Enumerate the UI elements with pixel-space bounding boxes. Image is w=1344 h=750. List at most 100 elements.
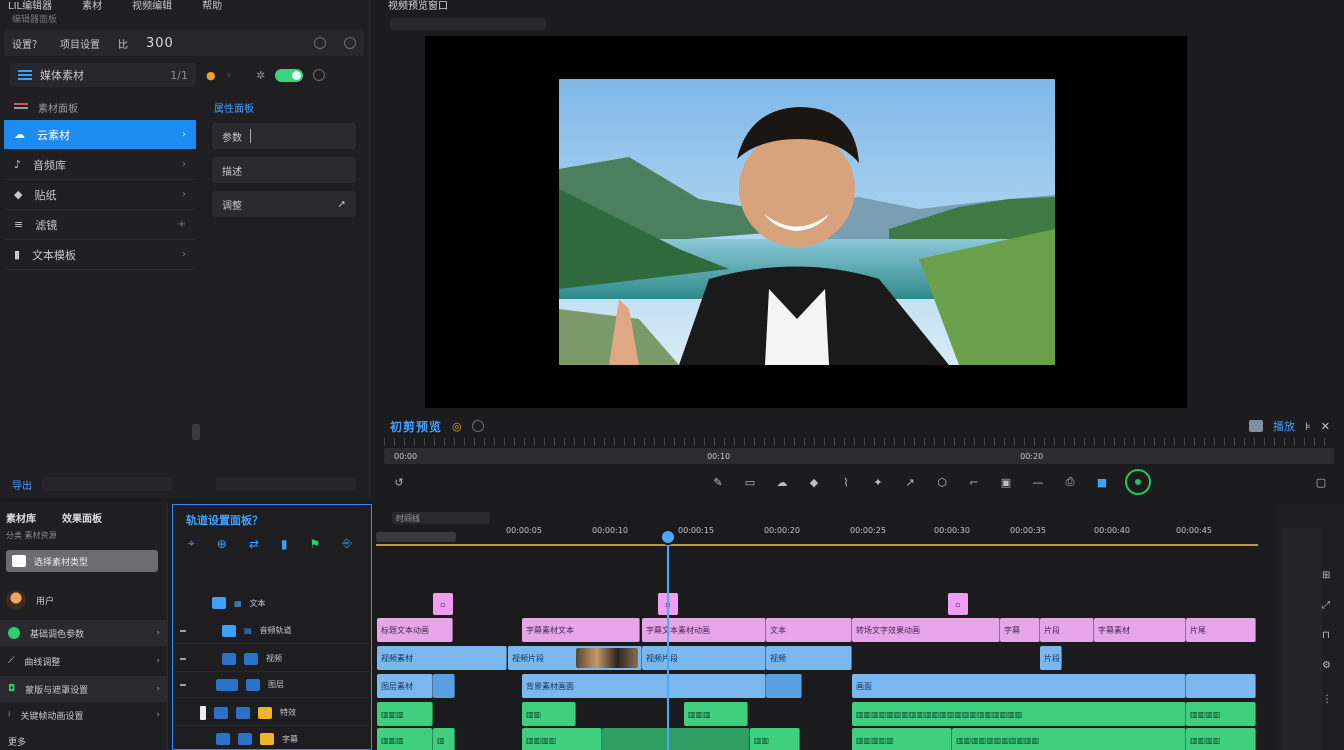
category-item-stickers[interactable]: ◆ 贴纸 ›: [4, 180, 196, 210]
text-clip[interactable]: 字幕: [1000, 618, 1040, 642]
user-row[interactable]: 用户: [6, 590, 54, 610]
text-clip[interactable]: 字幕文本素材动画: [642, 618, 766, 642]
text-marker[interactable]: ▫: [948, 593, 968, 615]
record-icon[interactable]: [1125, 469, 1151, 495]
text-clip[interactable]: 转场文字效果动画: [852, 618, 1000, 642]
track-row-video[interactable]: 视频: [174, 646, 370, 672]
print-icon[interactable]: ⎙: [1061, 473, 1079, 491]
rail-scroll-area[interactable]: [1282, 528, 1322, 750]
collapse-icon[interactable]: [180, 657, 186, 660]
tab-effects[interactable]: 效果面板: [62, 510, 102, 525]
video-clip[interactable]: 视频素材: [377, 646, 507, 670]
screen-icon[interactable]: [1249, 420, 1264, 432]
cut-icon[interactable]: ⌖: [188, 536, 195, 551]
menu-item-help[interactable]: 帮助: [202, 0, 222, 12]
menu-item-edit[interactable]: 视频编辑: [132, 0, 172, 12]
magic-icon[interactable]: ✦: [869, 473, 887, 491]
audio-clip[interactable]: [602, 728, 750, 750]
timeline-ruler[interactable]: 00:00:05 00:00:10 00:00:15 00:00:20 00:0…: [376, 526, 1258, 544]
shield-icon[interactable]: ⬡: [933, 473, 951, 491]
zoom-fit-icon[interactable]: ⤢: [1322, 600, 1330, 611]
audio-clip[interactable]: ▥▥▥▥: [1186, 728, 1256, 750]
cloud-tool-icon[interactable]: ☁: [773, 473, 791, 491]
audio-clip[interactable]: ▥▥▥▥: [1186, 702, 1256, 726]
crop-icon[interactable]: ⌐: [965, 473, 983, 491]
preview-scrubber[interactable]: 00:00 00:10 00:20: [384, 448, 1334, 464]
category-item-audio[interactable]: ♪ 音频库 ›: [4, 150, 196, 180]
layer-clip-small[interactable]: [766, 674, 802, 698]
pin-icon[interactable]: ⊧: [1305, 420, 1311, 433]
track-row-subtitle[interactable]: 字幕: [174, 726, 370, 750]
track-row-text[interactable]: ▦ 文本: [174, 590, 370, 616]
move-icon[interactable]: ⇄: [249, 537, 259, 551]
field-adjust[interactable]: 调整 ➚: [212, 191, 356, 217]
audio-clip[interactable]: ▥▥▥▥: [522, 728, 602, 750]
collapse-icon[interactable]: [180, 683, 186, 686]
audio-clip[interactable]: ▥▥▥: [377, 702, 433, 726]
text-clip[interactable]: 片尾: [1186, 618, 1256, 642]
lock-icon[interactable]: ⎆: [342, 536, 352, 551]
effect-item-more[interactable]: 更多: [0, 728, 168, 750]
help-icon[interactable]: [313, 69, 326, 81]
settings-icon[interactable]: [344, 37, 356, 49]
text-clip[interactable]: 文本: [766, 618, 852, 642]
audio-clip[interactable]: ▥▥▥▥▥▥▥▥▥▥▥▥▥▥▥▥▥▥▥▥▥▥: [852, 702, 1186, 726]
effect-item-mask[interactable]: ◘ 蒙版与遮罩设置 ›: [0, 676, 168, 702]
chat-icon[interactable]: ▣: [997, 473, 1015, 491]
text-clip[interactable]: 标题文本动画: [377, 618, 453, 642]
curve-icon[interactable]: ↗: [901, 473, 919, 491]
audio-clip[interactable]: ▥▥: [750, 728, 800, 750]
category-item-text[interactable]: ▮ 文本模板 ›: [4, 240, 196, 270]
video-clip[interactable]: 片段: [1040, 646, 1062, 670]
audio-clip[interactable]: ▥▥: [522, 702, 576, 726]
subtitle-icon[interactable]: ▭: [741, 473, 759, 491]
zoom-in-icon[interactable]: ⊞: [1322, 570, 1330, 581]
tab-library[interactable]: 素材库: [6, 510, 36, 525]
more-icon[interactable]: ⋮: [1322, 694, 1332, 705]
loop-icon[interactable]: [471, 420, 484, 432]
close-icon[interactable]: ✕: [1321, 420, 1330, 433]
fire-icon[interactable]: ●: [206, 69, 216, 82]
toolbar-value[interactable]: 300: [146, 36, 174, 51]
track-row-effect[interactable]: 特效: [174, 700, 370, 726]
volume-icon[interactable]: ◎: [452, 420, 462, 433]
video-clip[interactable]: 视频片段: [642, 646, 766, 670]
toolbar-project-label[interactable]: 项目设置: [60, 36, 100, 51]
menu-item-app[interactable]: LIL编辑器: [8, 0, 52, 12]
text-clip[interactable]: 片段: [1040, 618, 1094, 642]
field-param[interactable]: 参数: [212, 123, 356, 149]
export-label[interactable]: 导出: [12, 477, 32, 492]
category-item-cloud[interactable]: ☁ 云素材 ›: [4, 120, 196, 150]
pen-icon[interactable]: ✎: [709, 473, 727, 491]
magnet-icon[interactable]: ⊓: [1322, 630, 1330, 641]
playhead-handle[interactable]: [660, 529, 676, 545]
media-assets-button[interactable]: 媒体素材 1/1: [10, 63, 196, 87]
flag-icon[interactable]: ⚑: [310, 537, 321, 551]
auto-toggle[interactable]: [275, 68, 304, 82]
play-label[interactable]: 播放: [1273, 418, 1295, 434]
video-clip[interactable]: 视频: [766, 646, 852, 670]
collapse-icon[interactable]: [180, 629, 186, 632]
brightness-icon[interactable]: ✲: [256, 69, 265, 82]
layer-clip-small[interactable]: [433, 674, 455, 698]
folder-icon[interactable]: ■: [1093, 473, 1111, 491]
audio-clip[interactable]: ▥▥▥: [377, 728, 433, 750]
layer-clip[interactable]: [1186, 674, 1256, 698]
track-row-layer[interactable]: 图层: [174, 672, 370, 698]
field-desc[interactable]: 描述: [212, 157, 356, 183]
link-icon[interactable]: ⊕: [217, 537, 227, 551]
audio-icon[interactable]: ◦: [226, 69, 233, 82]
refresh-icon[interactable]: [314, 37, 326, 49]
audio-clip[interactable]: ▥: [433, 728, 455, 750]
category-item-filters[interactable]: ≡ 滤镜 +: [4, 210, 196, 240]
settings-rail-icon[interactable]: ⚙: [1322, 660, 1331, 671]
layer-clip[interactable]: 背景素材画面: [522, 674, 766, 698]
audio-clip[interactable]: ▥▥▥: [684, 702, 748, 726]
undo-icon[interactable]: ↺: [390, 473, 408, 491]
effect-item-color[interactable]: 基础调色参数 ›: [0, 620, 168, 646]
text-clip[interactable]: 字幕素材文本: [522, 618, 640, 642]
text-clip[interactable]: 字幕素材: [1094, 618, 1186, 642]
minus-icon[interactable]: —: [1029, 473, 1047, 491]
track-row-audio[interactable]: ▤ 音频轨道: [174, 618, 370, 644]
marker-icon[interactable]: ▮: [281, 537, 288, 551]
